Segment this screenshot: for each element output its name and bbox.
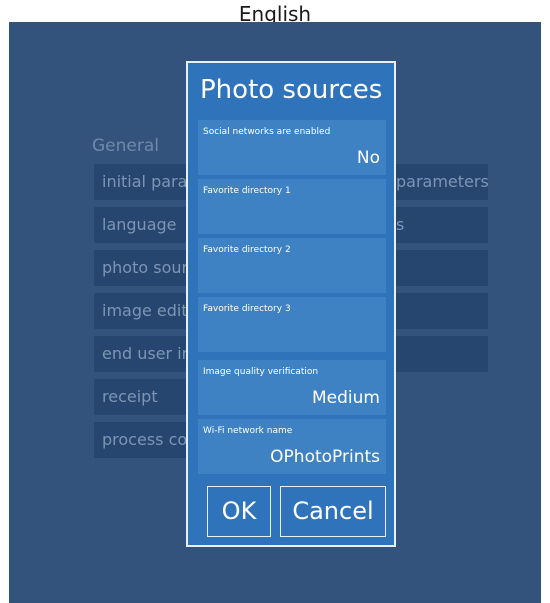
field-label: Favorite directory 2 bbox=[203, 245, 291, 255]
cancel-button[interactable]: Cancel bbox=[280, 486, 386, 537]
right-menu-item-2[interactable]: s bbox=[388, 207, 488, 243]
menu-item-language[interactable]: language bbox=[94, 207, 194, 243]
favorite-directory-3-field[interactable]: Favorite directory 3 bbox=[198, 297, 386, 352]
dialog-title: Photo sources bbox=[200, 75, 383, 105]
menu-item-photo-sources[interactable]: photo sources bbox=[94, 250, 194, 286]
favorite-directory-1-field[interactable]: Favorite directory 1 bbox=[198, 179, 386, 234]
image-quality-verification-field[interactable]: Image quality verification Medium bbox=[198, 360, 386, 415]
field-value: No bbox=[356, 148, 380, 168]
language-text: English bbox=[238, 2, 312, 22]
right-menu-item-5[interactable] bbox=[388, 336, 488, 372]
field-value: OPhotoPrints bbox=[270, 447, 380, 467]
menu-item-process-control[interactable]: process control bbox=[94, 422, 194, 458]
menu-item-end-user-interface[interactable]: end user interface bbox=[94, 336, 194, 372]
field-label: Favorite directory 3 bbox=[203, 304, 291, 314]
right-menu-item-3[interactable] bbox=[388, 250, 488, 286]
right-menu-item-parameters[interactable]: parameters bbox=[388, 164, 488, 200]
field-label: Favorite directory 1 bbox=[203, 186, 291, 196]
photo-sources-dialog: Photo sources Social networks are enable… bbox=[186, 61, 396, 547]
menu-item-initial-parameters[interactable]: initial parameters bbox=[94, 164, 194, 200]
social-networks-field[interactable]: Social networks are enabled No bbox=[198, 120, 386, 175]
menu-item-receipt[interactable]: receipt bbox=[94, 379, 194, 415]
general-section-title: General bbox=[92, 136, 159, 156]
top-bar: English bbox=[0, 0, 550, 22]
field-label: Wi-Fi network name bbox=[203, 426, 293, 436]
ok-button[interactable]: OK bbox=[207, 486, 271, 537]
wifi-network-name-field[interactable]: Wi-Fi network name OPhotoPrints bbox=[198, 419, 386, 474]
favorite-directory-2-field[interactable]: Favorite directory 2 bbox=[198, 238, 386, 293]
field-value: Medium bbox=[312, 388, 380, 408]
field-label: Social networks are enabled bbox=[203, 127, 331, 137]
menu-item-image-editing[interactable]: image editing bbox=[94, 293, 194, 329]
right-menu-item-4[interactable] bbox=[388, 293, 488, 329]
field-label: Image quality verification bbox=[203, 367, 319, 377]
